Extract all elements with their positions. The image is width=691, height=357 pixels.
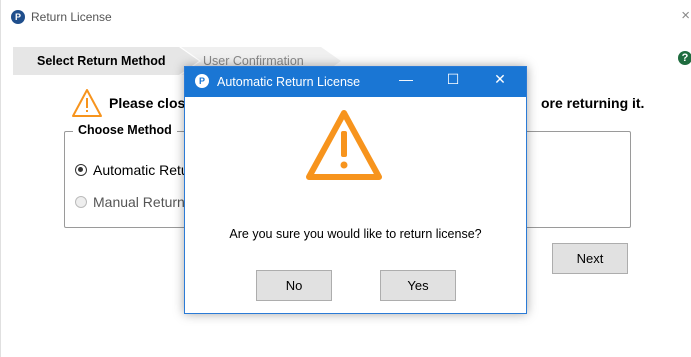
warning-icon xyxy=(306,110,382,180)
dialog-title: Automatic Return License xyxy=(217,75,361,89)
no-button[interactable]: No xyxy=(256,270,332,301)
radio-label: Automatic Retur xyxy=(93,162,194,178)
yes-button[interactable]: Yes xyxy=(380,270,456,301)
warning-icon xyxy=(72,89,102,117)
app-logo-icon: P xyxy=(195,74,209,88)
radio-selected-indicator[interactable] xyxy=(75,164,87,176)
maximize-button[interactable]: ☐ xyxy=(441,71,465,88)
dialog-close-button[interactable]: ✕ xyxy=(488,71,512,88)
warning-text-tail: ore returning it. xyxy=(541,95,645,111)
app-logo-icon: P xyxy=(11,10,25,24)
window-close-button[interactable]: × xyxy=(681,7,690,24)
radio-unselected-indicator[interactable] xyxy=(75,196,87,208)
dialog-titlebar: P Automatic Return License — ☐ ✕ xyxy=(185,67,526,97)
group-legend: Choose Method xyxy=(73,123,177,137)
next-button[interactable]: Next xyxy=(552,243,628,274)
warning-text: Please close xyxy=(109,95,194,111)
radio-label: Manual Return xyxy=(93,194,185,210)
tab-select-return-method[interactable]: Select Return Method xyxy=(13,47,199,75)
confirm-dialog: P Automatic Return License — ☐ ✕ Are you… xyxy=(184,66,527,314)
window-title: Return License xyxy=(31,10,112,24)
dialog-message: Are you sure you would like to return li… xyxy=(229,227,482,241)
tab-label: Select Return Method xyxy=(37,54,166,68)
minimize-button[interactable]: — xyxy=(394,71,418,87)
help-icon[interactable]: ? xyxy=(678,51,691,65)
window-titlebar: P Return License × xyxy=(1,0,691,34)
